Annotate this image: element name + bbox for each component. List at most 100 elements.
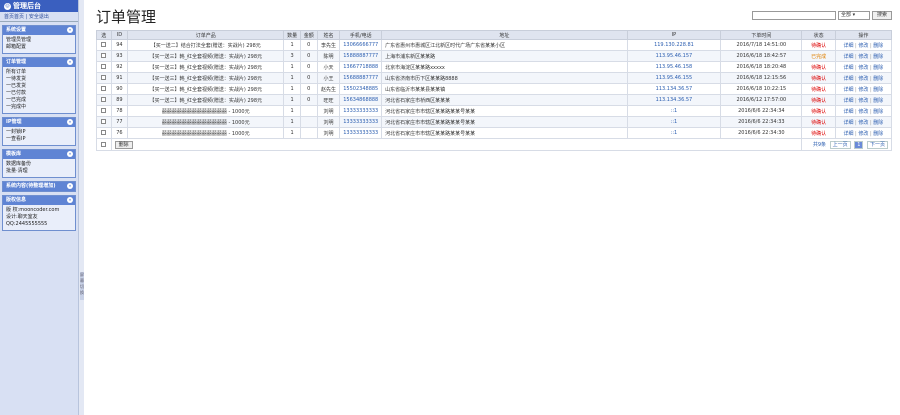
action-delete-link[interactable]: 删除 [873,76,883,82]
order-amount [299,127,318,139]
action-detail-link[interactable]: 详细 [843,87,853,93]
order-time: 2016/6/6 22:34:33 [720,116,803,128]
collapse-icon[interactable]: « [67,27,73,33]
row-checkbox[interactable] [101,108,107,113]
order-time: 2016/6/6 22:34:34 [720,105,803,117]
action-detail-link[interactable]: 详细 [843,54,853,60]
order-product: 囍囍囍囍囍囍囍囍囍囍囍囍囍 - 1000元 [127,116,285,128]
order-id: 91 [110,72,129,84]
search-bar: 全部 ▾ 搜索 [752,11,892,20]
sidebar-splitter[interactable]: 屏幕切换 [78,0,84,415]
next-page-button[interactable]: 下一页 [866,140,888,149]
sidebar-item[interactable]: 一完成中 [6,104,72,111]
action-delete-link[interactable]: 删除 [873,65,883,71]
order-status: 待确认 [801,83,836,95]
row-checkbox[interactable] [101,75,107,80]
order-amount: 0 [299,83,318,95]
action-detail-link[interactable]: 详细 [843,98,853,104]
action-edit-link[interactable]: 修改 [858,98,868,104]
order-status: 待确认 [801,105,836,117]
delete-button[interactable]: 删除 [114,140,133,149]
sidebar-item[interactable]: 数据库备份 [6,161,72,168]
order-time: 2016/6/18 18:20:48 [720,61,803,73]
row-checkbox[interactable] [101,130,107,135]
order-status: 待确认 [801,94,836,106]
row-checkbox-cell [96,94,112,106]
sidebar-section-header[interactable]: IP管理 « [3,118,75,127]
current-page[interactable]: 1 [854,140,864,149]
action-detail-link[interactable]: 详细 [843,131,853,137]
action-edit-link[interactable]: 修改 [858,87,868,93]
row-checkbox[interactable] [101,42,107,47]
row-checkbox-cell [96,61,112,73]
action-detail-link[interactable]: 详细 [843,76,853,82]
column-header: IP [626,30,722,40]
sidebar-section: 系统内容(待整理增加) « [2,181,76,192]
sidebar-item[interactable]: 批量·清理 [6,168,72,175]
sidebar-section-title: IP管理 [6,119,22,125]
sidebar-section-header[interactable]: 模板库 « [3,150,75,159]
row-checkbox[interactable] [101,97,107,102]
order-status: 待确认 [801,127,836,139]
search-button[interactable]: 搜索 [872,11,892,20]
action-delete-link[interactable]: 删除 [873,87,883,93]
search-input[interactable] [752,11,836,20]
action-edit-link[interactable]: 修改 [858,109,868,115]
row-actions: 详细 | 修改 | 删除 [834,105,893,117]
collapse-icon[interactable]: « [67,151,73,157]
sidebar-item[interactable]: 一已付款 [6,90,72,97]
collapse-icon[interactable]: « [67,119,73,125]
row-checkbox[interactable] [101,86,107,91]
collapse-icon[interactable]: « [67,183,73,189]
sidebar-item[interactable]: 一已完成 [6,97,72,104]
action-delete-link[interactable]: 删除 [873,43,883,49]
sidebar-section-header[interactable]: 系统内容(待整理增加) « [3,182,75,191]
table-row: 76 囍囍囍囍囍囍囍囍囍囍囍囍囍 - 1000元 1 刘明 13333333333 河北省… [96,127,893,139]
action-delete-link[interactable]: 删除 [873,131,883,137]
sidebar-item[interactable]: 一封锁IP [6,129,72,136]
collapse-handle[interactable]: 屏幕切换 [80,272,84,300]
select-all-checkbox[interactable] [101,141,107,147]
collapse-icon[interactable]: « [67,59,73,65]
action-edit-link[interactable]: 修改 [858,120,868,126]
sidebar-item[interactable]: 一待发货 [6,76,72,83]
sidebar-section-header[interactable]: 版权信息 « [3,196,75,205]
prev-page-button[interactable]: 上一页 [829,140,851,149]
sidebar-section-header[interactable]: 订单管理 « [3,58,75,67]
sidebar-item[interactable]: 邮箱配置 [6,44,72,51]
action-detail-link[interactable]: 详细 [843,109,853,115]
action-edit-link[interactable]: 修改 [858,65,868,71]
sidebar-item[interactable]: 管理员管理 [6,37,72,44]
order-ip: 113.95.46.155 [626,72,722,84]
row-checkbox[interactable] [101,64,107,69]
row-actions: 详细 | 修改 | 删除 [834,39,893,51]
sidebar-top-links[interactable]: 首页首页 | 安全退出 [0,12,78,22]
row-checkbox[interactable] [101,53,107,58]
action-edit-link[interactable]: 修改 [858,43,868,49]
sidebar-item[interactable]: 一查看IP [6,136,72,143]
action-edit-link[interactable]: 修改 [858,76,868,82]
row-checkbox[interactable] [101,119,107,124]
search-field-select[interactable]: 全部 ▾ [838,11,870,20]
action-delete-link[interactable]: 删除 [873,120,883,126]
action-detail-link[interactable]: 详细 [843,120,853,126]
sidebar-item[interactable]: 所有订单 [6,69,72,76]
order-amount [299,116,318,128]
row-actions: 详细 | 修改 | 删除 [834,50,893,62]
order-name: 刘明 [316,127,341,139]
action-delete-link[interactable]: 删除 [873,109,883,115]
sidebar-section-header[interactable]: 系统设置 « [3,26,75,35]
action-edit-link[interactable]: 修改 [858,131,868,137]
action-edit-link[interactable]: 修改 [858,54,868,60]
order-qty: 1 [283,127,301,139]
main-content: 订单管理 全部 ▾ 搜索 选 ID 订单产品 数量 金额 姓名 手机/电话 地址 IP 下单时间状… [96,8,893,151]
action-detail-link[interactable]: 详细 [843,43,853,49]
collapse-icon[interactable]: « [67,197,73,203]
sidebar-section-title: 版权信息 [6,197,27,203]
action-detail-link[interactable]: 详细 [843,65,853,71]
table-row: 92 【买一送三】韩_红全套视频(赠送：实战片) 298元 1 0 小天 13667718… [96,61,893,73]
order-address: 河北省石家庄市桥西区某某某 [381,94,628,106]
action-delete-link[interactable]: 删除 [873,98,883,104]
action-delete-link[interactable]: 删除 [873,54,883,60]
sidebar-item[interactable]: 一已发货 [6,83,72,90]
